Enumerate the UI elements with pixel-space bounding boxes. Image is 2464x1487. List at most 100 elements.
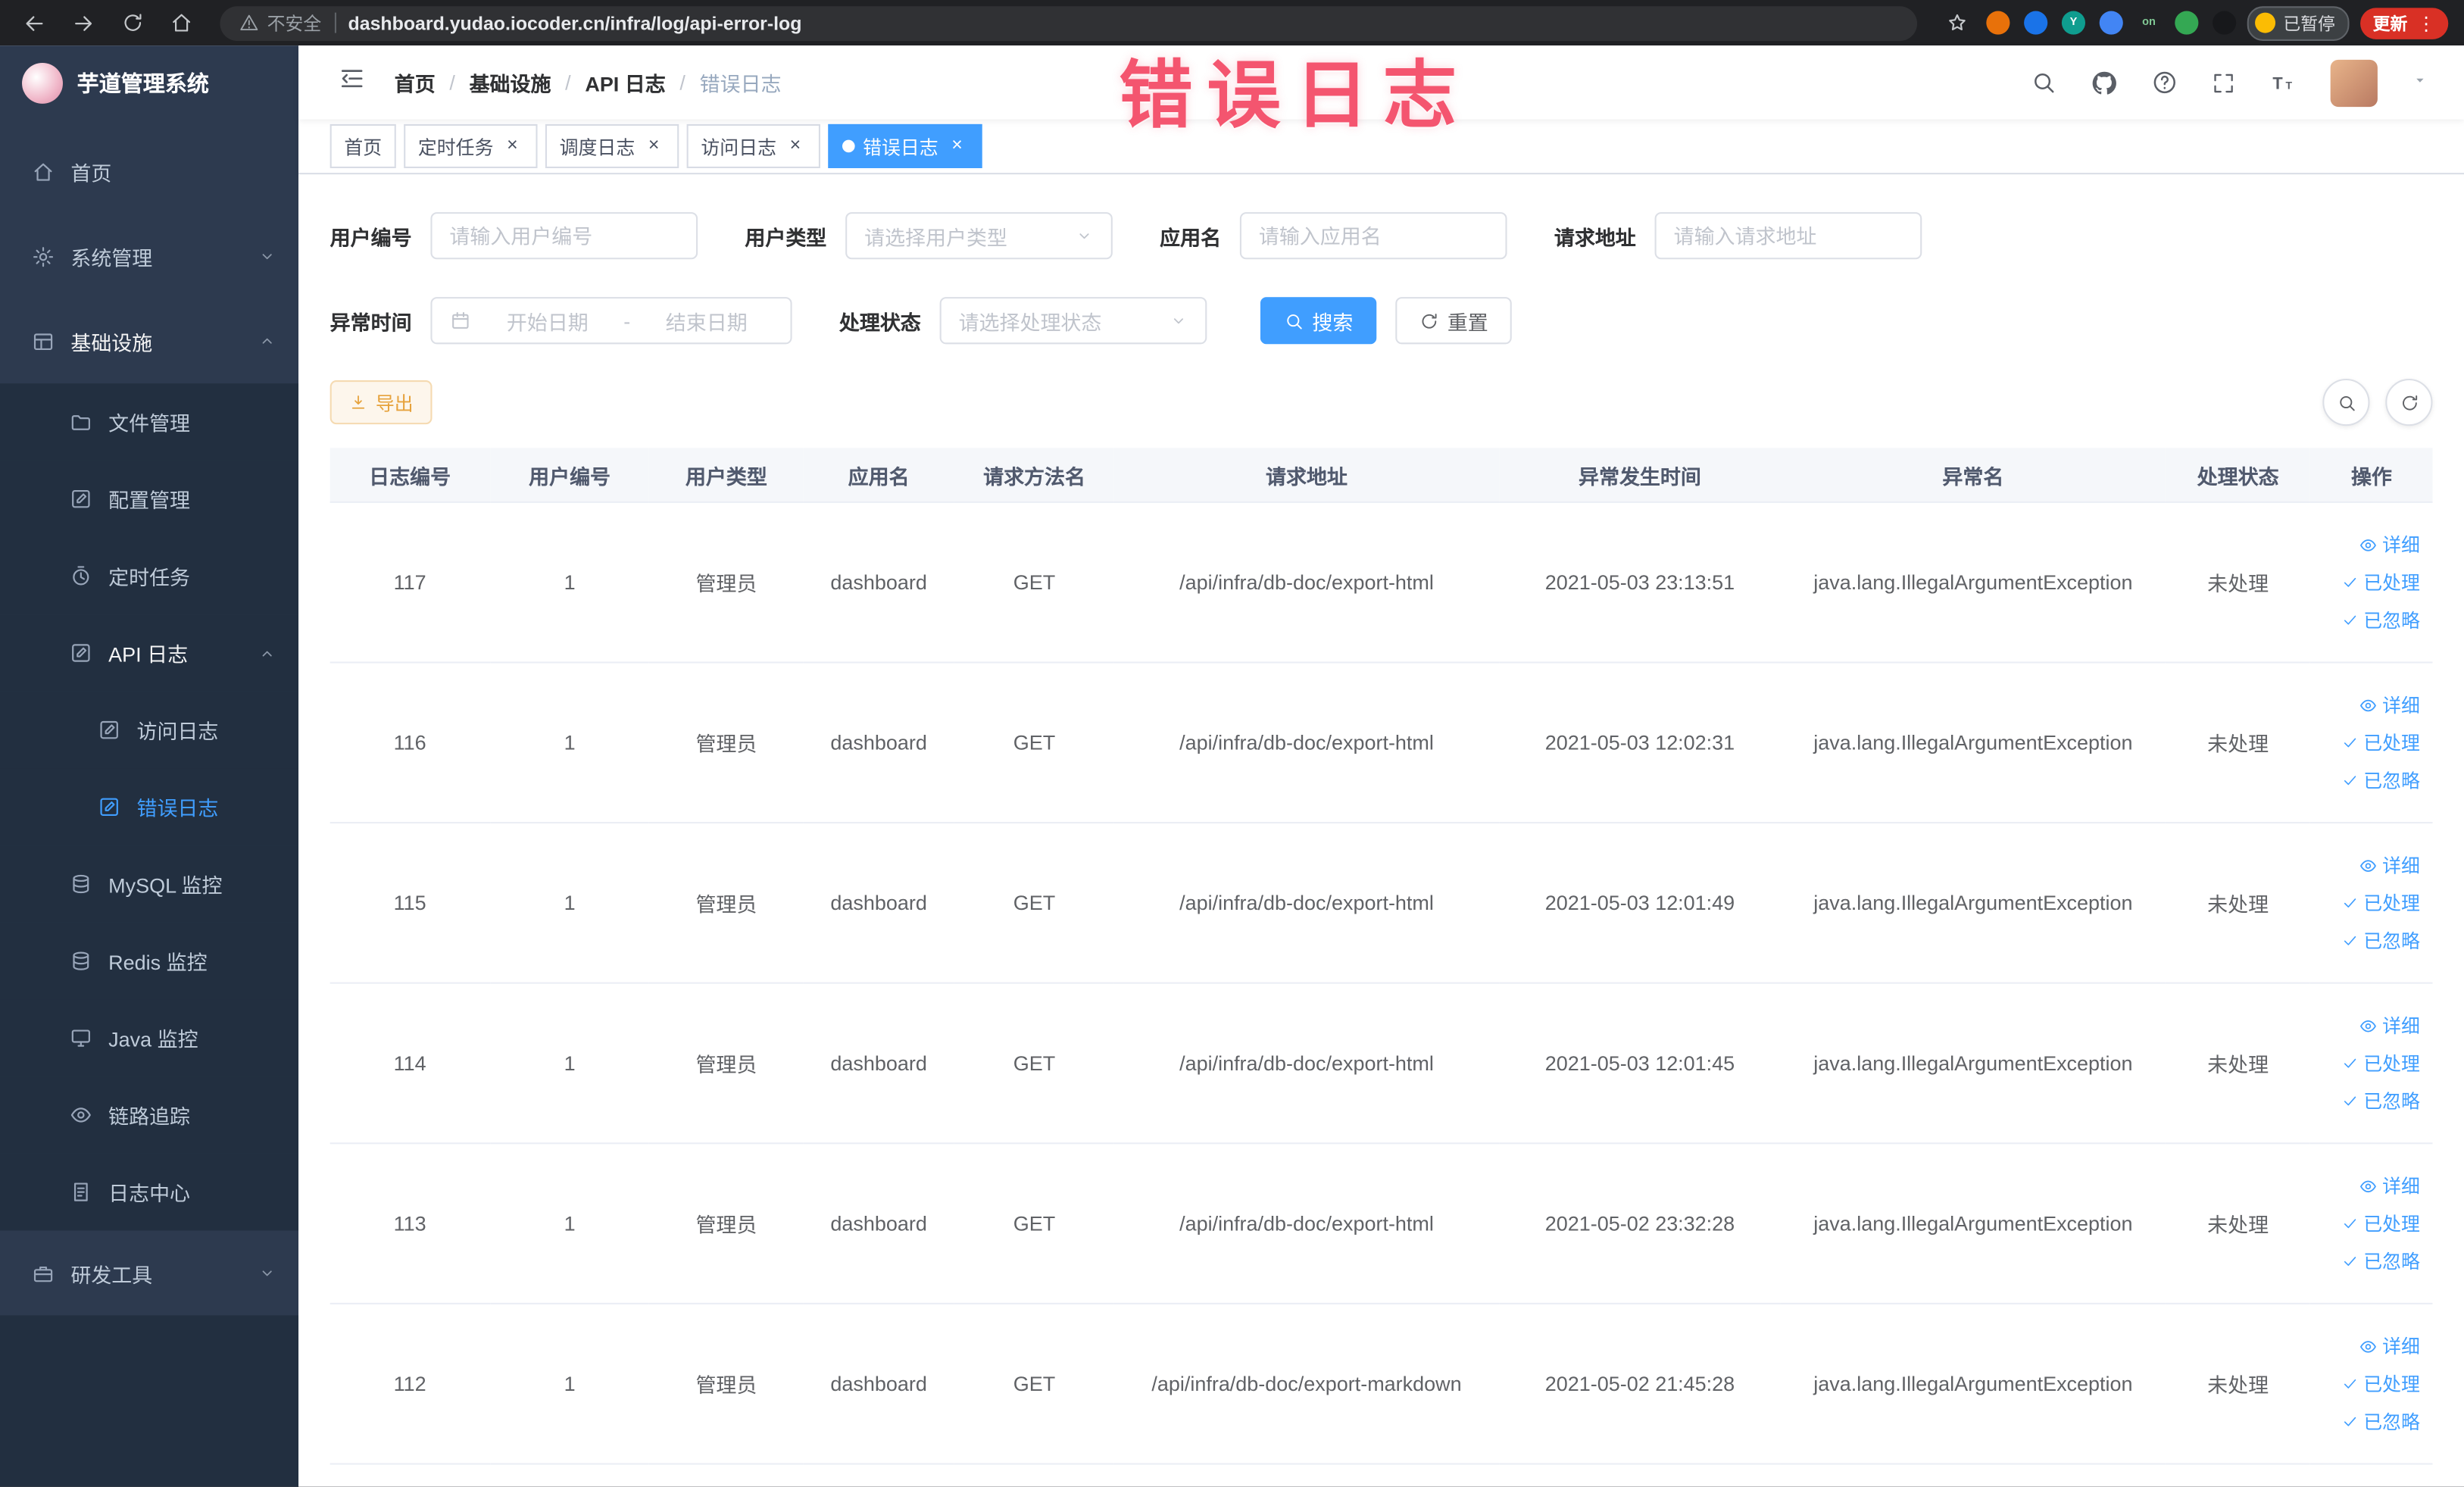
mark-processed-link[interactable]: 已处理 [2341, 1210, 2420, 1236]
detail-link[interactable]: 详细 [2359, 1012, 2420, 1039]
mark-ignored-link[interactable]: 已忽略 [2341, 1248, 2420, 1274]
home-button[interactable] [162, 4, 200, 42]
mark-processed-link[interactable]: 已处理 [2341, 889, 2420, 916]
sidebar-item-label: 访问日志 [136, 720, 219, 744]
cell-user-type: 管理员 [649, 501, 804, 664]
column-header-3: 应用名 [803, 448, 955, 503]
sidebar-item-api-log[interactable]: API 日志 [0, 614, 299, 692]
sidebar-toggle-button[interactable] [338, 64, 366, 101]
navbar-actions: TT [2030, 58, 2429, 107]
tab-close-icon[interactable]: × [643, 134, 665, 157]
sidebar: 芋道管理系统 首页 系统管理 基础设施 文件管理 配置管理 定时任务 API 日志访问日志错… [0, 45, 299, 1487]
breadcrumb-item-home[interactable]: 首页 [395, 67, 436, 97]
update-button[interactable]: 更新 ⋮ [2360, 7, 2449, 39]
process-status-select[interactable]: 请选择处理状态 [939, 297, 1207, 345]
cell-log-id: 114 [329, 982, 490, 1145]
sidebar-item-trace[interactable]: 链路追踪 [0, 1076, 299, 1154]
mark-ignored-link[interactable]: 已忽略 [2341, 927, 2420, 954]
sidebar-item-infrastructure[interactable]: 基础设施 [0, 298, 298, 383]
ext-6-extension-icon[interactable] [2175, 11, 2199, 35]
logo[interactable]: 芋道管理系统 [0, 45, 298, 121]
mark-ignored-link[interactable]: 已忽略 [2341, 767, 2420, 793]
user-id-input[interactable] [430, 212, 698, 260]
ext-7-extension-icon[interactable] [2213, 11, 2237, 35]
tab-access-log[interactable]: 访问日志 × [686, 123, 821, 168]
cell-method: GET [954, 1303, 1115, 1465]
mark-processed-link[interactable]: 已处理 [2341, 569, 2420, 595]
detail-link[interactable]: 详细 [2359, 692, 2420, 718]
tab-schedule-log[interactable]: 调度日志 × [545, 123, 679, 168]
sidebar-item-redis-monitor[interactable]: Redis 监控 [0, 922, 299, 1000]
sidebar-item-dev-tools[interactable]: 研发工具 [0, 1230, 298, 1315]
refresh-table-button[interactable] [2385, 378, 2433, 426]
sidebar-item-file-management[interactable]: 文件管理 [0, 383, 299, 461]
fullscreen-button[interactable] [2211, 70, 2236, 95]
font-size-button[interactable]: TT [2269, 68, 2297, 96]
filter-user-type: 用户类型 请选择用户类型 [745, 212, 1113, 260]
profile-paused-badge[interactable]: 已暂停 [2247, 5, 2350, 40]
mark-processed-link[interactable]: 已处理 [2341, 729, 2420, 756]
sidebar-item-home[interactable]: 首页 [0, 129, 298, 214]
ext-3-extension-icon[interactable]: Y [2061, 11, 2086, 35]
url-text: dashboard.yudao.iocoder.cn/infra/log/api… [348, 11, 802, 34]
cell-user-id: 1 [489, 982, 650, 1145]
ext-5-extension-icon[interactable]: on [2137, 11, 2161, 35]
back-button[interactable] [16, 4, 54, 42]
ext-1-extension-icon[interactable] [1986, 11, 2010, 35]
help-button[interactable] [2151, 69, 2178, 95]
search-submit-button[interactable]: 搜索 [1260, 297, 1377, 345]
security-warning[interactable]: 不安全 [239, 10, 321, 35]
kebab-menu-icon[interactable]: ⋮ [2417, 12, 2436, 34]
sidebar-item-config-management[interactable]: 配置管理 [0, 460, 299, 538]
github-icon[interactable] [2090, 68, 2118, 96]
detail-link[interactable]: 详细 [2359, 851, 2420, 878]
cell-method: GET [954, 501, 1115, 664]
caret-down-icon[interactable] [2410, 68, 2429, 96]
ext-2-extension-icon[interactable] [2024, 11, 2048, 35]
sidebar-item-access-log[interactable]: 访问日志 [0, 691, 299, 769]
app-name-input[interactable] [1239, 212, 1507, 260]
sidebar-item-java-monitor[interactable]: Java 监控 [0, 999, 299, 1077]
sidebar-item-log-center[interactable]: 日志中心 [0, 1153, 299, 1231]
tab-error-log[interactable]: 错误日志 × [828, 123, 982, 168]
tab-scheduled-tasks[interactable]: 定时任务 × [404, 123, 538, 168]
reload-button[interactable] [113, 4, 151, 42]
tab-close-icon[interactable]: × [784, 134, 806, 157]
tab-close-icon[interactable]: × [946, 134, 968, 157]
sidebar-item-mysql-monitor[interactable]: MySQL 监控 [0, 845, 299, 923]
warning-icon [239, 13, 259, 33]
mark-processed-link[interactable]: 已处理 [2341, 1050, 2420, 1076]
user-type-select[interactable]: 请选择用户类型 [845, 212, 1113, 260]
date-range-picker[interactable]: 开始日期 - 结束日期 [430, 297, 792, 345]
tab-close-icon[interactable]: × [501, 134, 523, 157]
mark-processed-link[interactable]: 已处理 [2341, 1370, 2420, 1397]
mark-ignored-link[interactable]: 已忽略 [2341, 1088, 2420, 1114]
sidebar-item-error-log[interactable]: 错误日志 [0, 768, 299, 846]
search-button[interactable] [2030, 69, 2056, 95]
sidebar-item-label: API 日志 [108, 642, 189, 667]
detail-link[interactable]: 详细 [2359, 531, 2420, 558]
breadcrumb-item-infrastructure[interactable]: 基础设施 [470, 67, 551, 97]
tab-home[interactable]: 首页 [329, 123, 396, 168]
cell-user-id: 1 [489, 823, 650, 984]
user-avatar[interactable] [2330, 58, 2378, 107]
address-bar[interactable]: 不安全 dashboard.yudao.iocoder.cn/infra/log… [220, 5, 1918, 40]
forward-button[interactable] [64, 4, 102, 42]
sidebar-item-system-management[interactable]: 系统管理 [0, 214, 298, 298]
sidebar-item-scheduled-tasks[interactable]: 定时任务 [0, 537, 299, 615]
bookmark-star-icon[interactable] [1938, 4, 1975, 42]
detail-link[interactable]: 详细 [2359, 1332, 2420, 1359]
ext-4-extension-icon[interactable] [2099, 11, 2123, 35]
breadcrumb-item-api-log[interactable]: API 日志 [585, 67, 665, 97]
detail-link[interactable]: 详细 [2359, 1173, 2420, 1199]
toggle-search-button[interactable] [2322, 378, 2370, 426]
column-header-0: 日志编号 [329, 448, 490, 503]
svg-text:T: T [2272, 73, 2283, 92]
timer-icon [69, 564, 92, 588]
filter-process-status: 处理状态 请选择处理状态 [839, 297, 1207, 345]
request-url-input[interactable] [1654, 212, 1922, 260]
export-button[interactable]: 导出 [329, 380, 433, 425]
mark-ignored-link[interactable]: 已忽略 [2341, 1408, 2420, 1435]
reset-button[interactable]: 重置 [1395, 297, 1512, 345]
mark-ignored-link[interactable]: 已忽略 [2341, 607, 2420, 633]
